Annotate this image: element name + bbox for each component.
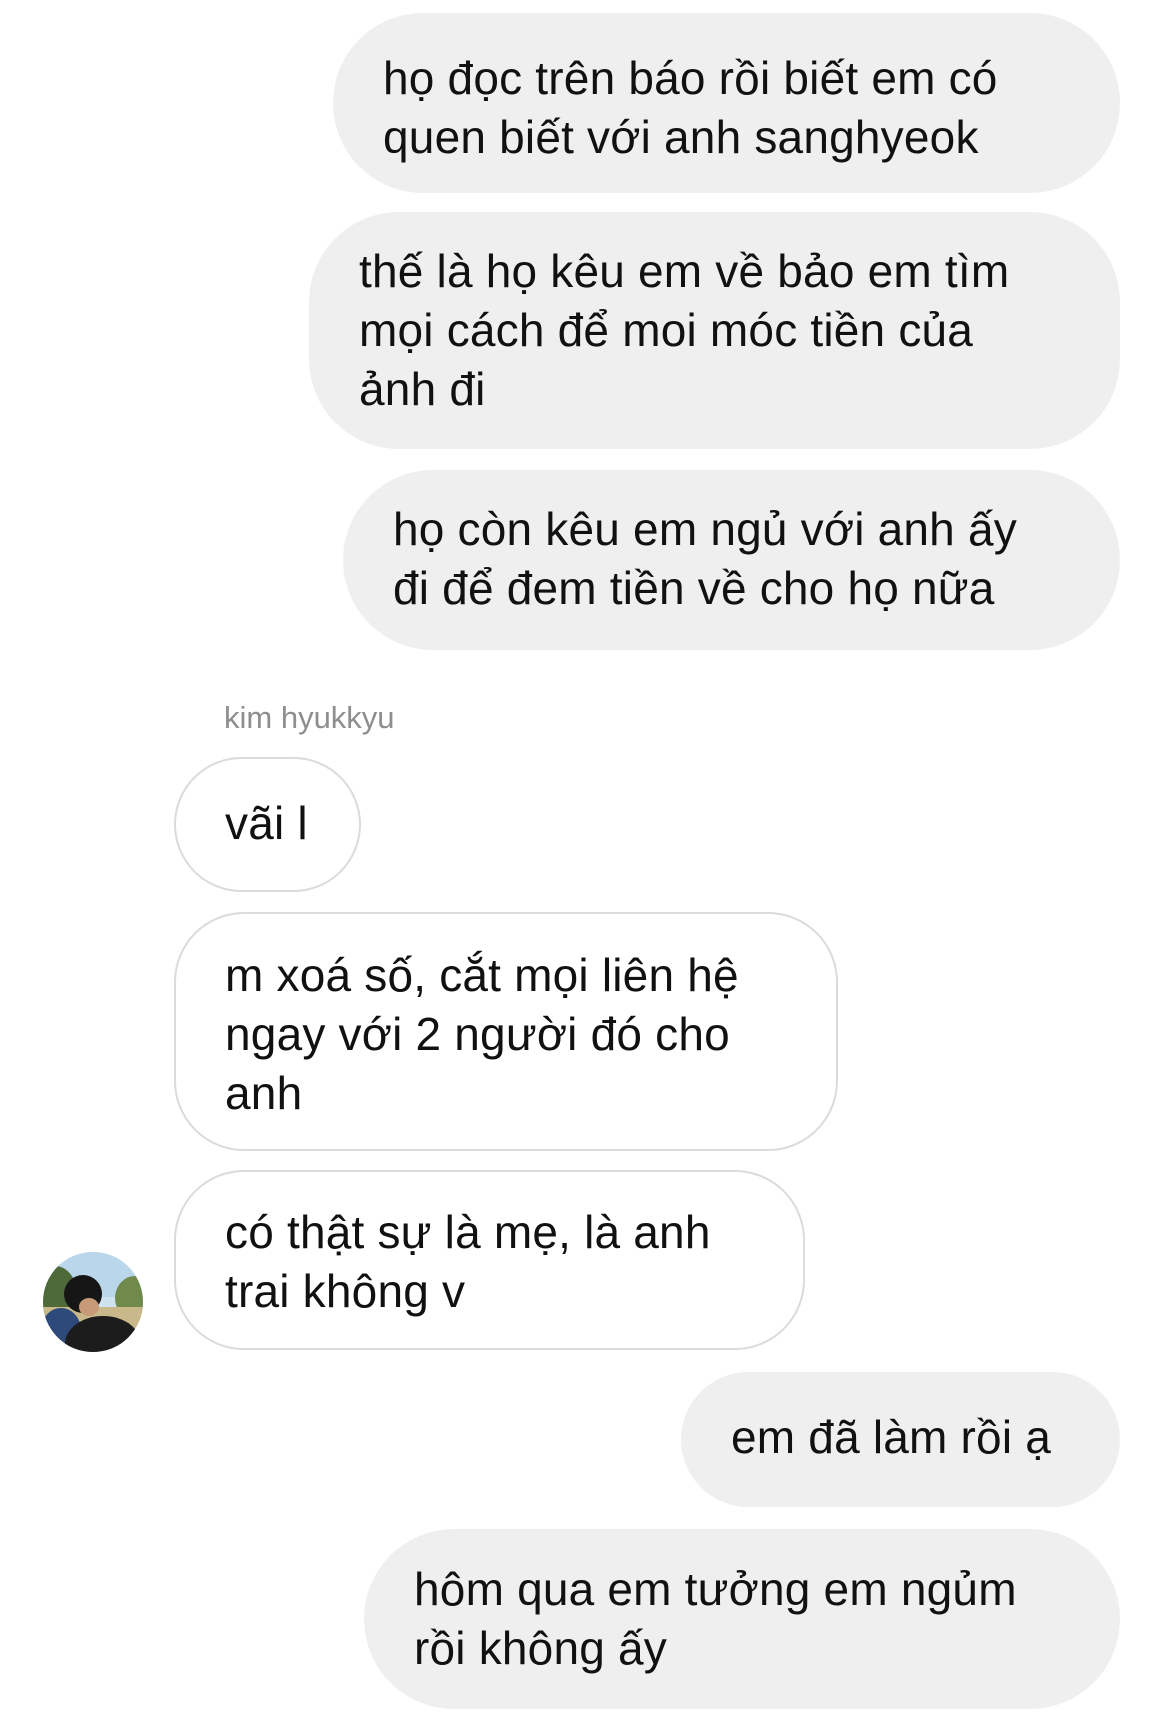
message-line: anh bbox=[225, 1067, 303, 1119]
message-line: ngay với 2 người đó cho bbox=[225, 1008, 730, 1060]
message-line: quen biết với anh sanghyeok bbox=[383, 111, 979, 163]
outgoing-message-bubble[interactable]: hôm qua em tưởng em ngủm rồi không ấy bbox=[364, 1529, 1120, 1709]
outgoing-message-bubble[interactable]: em đã làm rồi ạ bbox=[681, 1372, 1120, 1507]
message-line: đi để đem tiền về cho họ nữa bbox=[393, 562, 995, 614]
message-line: mọi cách để moi móc tiền của bbox=[359, 304, 974, 356]
message-line: họ đọc trên báo rồi biết em có bbox=[383, 52, 998, 104]
outgoing-message-bubble[interactable]: họ còn kêu em ngủ với anh ấy đi để đem t… bbox=[343, 470, 1120, 650]
incoming-message-bubble[interactable]: m xoá số, cắt mọi liên hệ ngay với 2 ngư… bbox=[174, 912, 838, 1151]
avatar-photo bbox=[43, 1252, 143, 1352]
message-line: ảnh đi bbox=[359, 363, 486, 415]
message-line: m xoá số, cắt mọi liên hệ bbox=[225, 949, 739, 1001]
message-line: rồi không ấy bbox=[414, 1622, 667, 1674]
incoming-message-bubble[interactable]: vãi l bbox=[174, 757, 361, 892]
sender-name: kim hyukkyu bbox=[224, 700, 395, 735]
outgoing-message-bubble[interactable]: thế là họ kêu em về bảo em tìm mọi cách … bbox=[309, 212, 1120, 449]
outgoing-message-bubble[interactable]: họ đọc trên báo rồi biết em có quen biết… bbox=[333, 13, 1120, 193]
message-line: có thật sự là mẹ, là anh bbox=[225, 1206, 711, 1258]
incoming-message-bubble[interactable]: có thật sự là mẹ, là anh trai không v bbox=[174, 1170, 805, 1350]
avatar[interactable] bbox=[43, 1252, 143, 1352]
message-line: em đã làm rồi ạ bbox=[731, 1411, 1052, 1463]
message-line: vãi l bbox=[225, 797, 308, 849]
message-line: thế là họ kêu em về bảo em tìm bbox=[359, 245, 1010, 297]
message-line: trai không v bbox=[225, 1265, 466, 1317]
message-line: hôm qua em tưởng em ngủm bbox=[414, 1563, 1017, 1615]
message-line: họ còn kêu em ngủ với anh ấy bbox=[393, 503, 1017, 555]
